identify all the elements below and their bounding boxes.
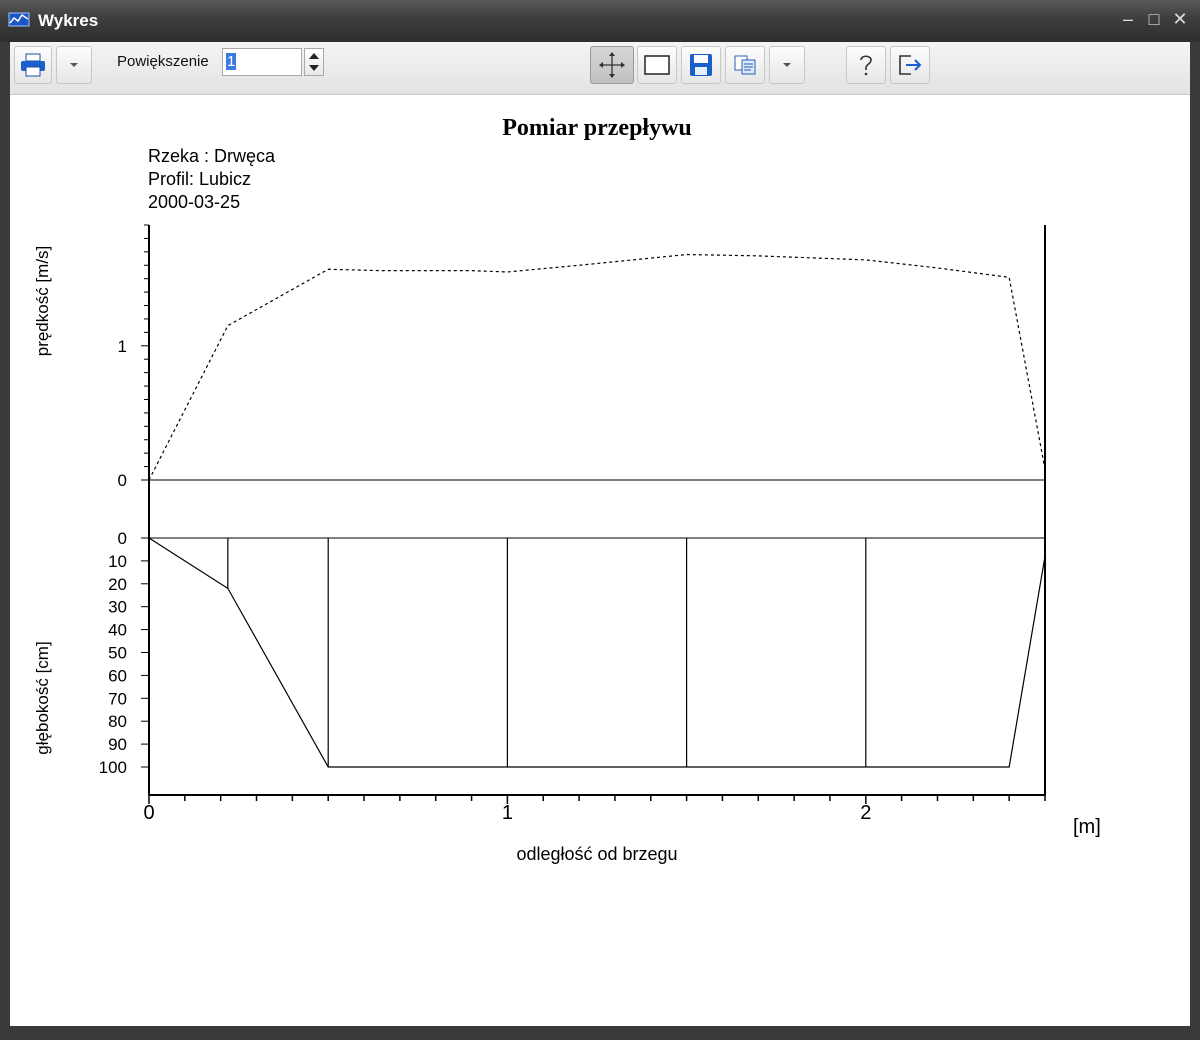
x-unit-label: [m] <box>1073 816 1101 838</box>
toolbar: Powiększenie 1 <box>10 42 1190 95</box>
zoom-value: 1 <box>226 53 237 70</box>
print-button[interactable] <box>14 46 52 84</box>
app-icon <box>8 12 30 27</box>
stepper-arrows-icon <box>309 53 319 71</box>
select-rect-icon <box>644 55 670 75</box>
info-date: 2000-03-25 <box>148 192 240 212</box>
chart: Pomiar przepływu Rzeka : Drwęca Profil: … <box>33 115 1101 864</box>
x-tick-label: 1 <box>502 802 513 824</box>
minimize-icon[interactable]: – <box>1118 8 1138 30</box>
close-icon[interactable]: ✕ <box>1170 8 1190 30</box>
copy-icon <box>734 55 756 75</box>
save-button[interactable] <box>681 46 721 84</box>
exit-button[interactable] <box>890 46 930 84</box>
window-title: Wykres <box>38 11 99 30</box>
zoom-stepper[interactable] <box>304 48 324 76</box>
print-options-button[interactable] <box>56 46 92 84</box>
velocity-tick-label: 0 <box>118 471 127 490</box>
x-tick-label: 0 <box>143 802 154 824</box>
info-profile: Profil: Lubicz <box>148 169 251 189</box>
help-icon <box>860 55 872 76</box>
plot-layer: 0101020304050607080901000 1 2 <box>99 224 1046 824</box>
select-rect-button[interactable] <box>637 46 677 84</box>
title-bar[interactable]: Wykres – □ ✕ <box>0 0 1200 42</box>
depth-tick-label: 70 <box>108 689 127 708</box>
depth-tick-label: 40 <box>108 621 127 640</box>
zoom-label: Powiększenie <box>117 53 209 70</box>
velocity-tick-label: 1 <box>118 337 127 356</box>
depth-tick-label: 80 <box>108 712 127 731</box>
depth-tick-label: 90 <box>108 735 127 754</box>
x-tick-label: 2 <box>860 802 871 824</box>
depth-tick-label: 100 <box>99 758 127 777</box>
exit-icon <box>899 55 922 75</box>
help-button[interactable] <box>846 46 886 84</box>
depth-tick-label: 0 <box>118 529 127 548</box>
depth-tick-label: 20 <box>108 575 127 594</box>
depth-tick-label: 10 <box>108 552 127 571</box>
velocity-axis-label: prędkość [m/s] <box>33 246 52 357</box>
chart-title: Pomiar przepływu <box>502 115 692 141</box>
print-icon <box>21 53 45 77</box>
maximize-icon[interactable]: □ <box>1144 8 1164 30</box>
depth-tick-label: 50 <box>108 644 127 663</box>
copy-options-button[interactable] <box>769 46 805 84</box>
velocity-series-line <box>148 253 1046 481</box>
info-river: Rzeka : Drwęca <box>148 146 276 166</box>
chart-window: Wykres – □ ✕ Powiększenie 1 Pomiar przep… <box>0 0 1200 1040</box>
copy-button[interactable] <box>725 46 765 84</box>
depth-profile-line <box>148 537 1046 768</box>
x-axis-label: odległość od brzegu <box>516 844 677 864</box>
depth-tick-label: 30 <box>108 598 127 617</box>
depth-tick-label: 60 <box>108 666 127 685</box>
dropdown-icon <box>70 63 78 67</box>
pan-icon <box>599 52 625 78</box>
depth-axis-label: głębokość [cm] <box>33 641 52 754</box>
dropdown-icon <box>783 63 791 67</box>
pan-button[interactable] <box>590 46 634 84</box>
save-icon <box>690 54 712 76</box>
zoom-input[interactable]: 1 <box>222 48 302 76</box>
chart-area: Pomiar przepływu Rzeka : Drwęca Profil: … <box>10 95 1190 1026</box>
